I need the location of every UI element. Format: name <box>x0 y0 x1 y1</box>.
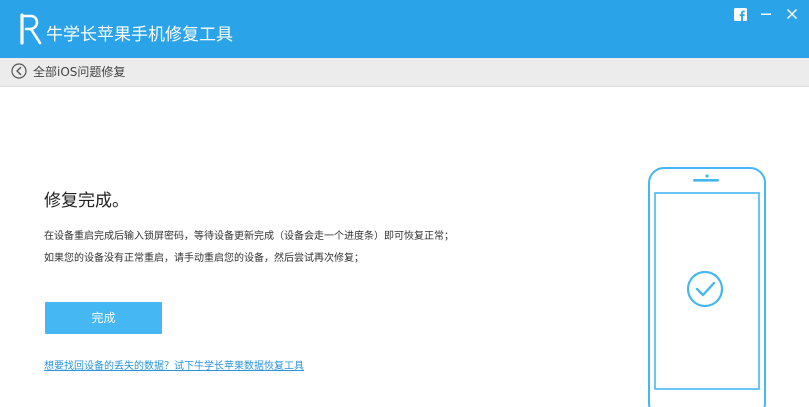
instruction-line-2: 如果您的设备没有正常重启，请手动重启您的设备，然后尝试再次修复； <box>44 253 364 264</box>
data-recovery-link[interactable]: 想要找回设备的丢失的数据？试下牛学长苹果数据恢复工具 <box>44 359 304 375</box>
phone-check-icon <box>648 167 766 407</box>
minimize-icon[interactable] <box>759 7 773 21</box>
window-controls <box>721 6 799 22</box>
instruction-line-1: 在设备重启完成后输入锁屏密码，等待设备更新完成（设备会走一个进度条）即可恢复正常… <box>44 231 454 242</box>
close-icon[interactable] <box>785 7 799 21</box>
r-logo-icon <box>20 13 42 45</box>
title-bar: 牛学长苹果手机修复工具 <box>0 0 809 58</box>
done-button[interactable]: 完成 <box>45 302 162 334</box>
app-title: 牛学长苹果手机修复工具 <box>46 25 233 45</box>
facebook-icon[interactable] <box>733 7 747 21</box>
nav-bar: 全部iOS问题修复 <box>0 58 809 87</box>
breadcrumb: 全部iOS问题修复 <box>33 65 126 79</box>
back-arrow-icon[interactable] <box>11 63 27 79</box>
result-title: 修复完成。 <box>44 191 129 211</box>
